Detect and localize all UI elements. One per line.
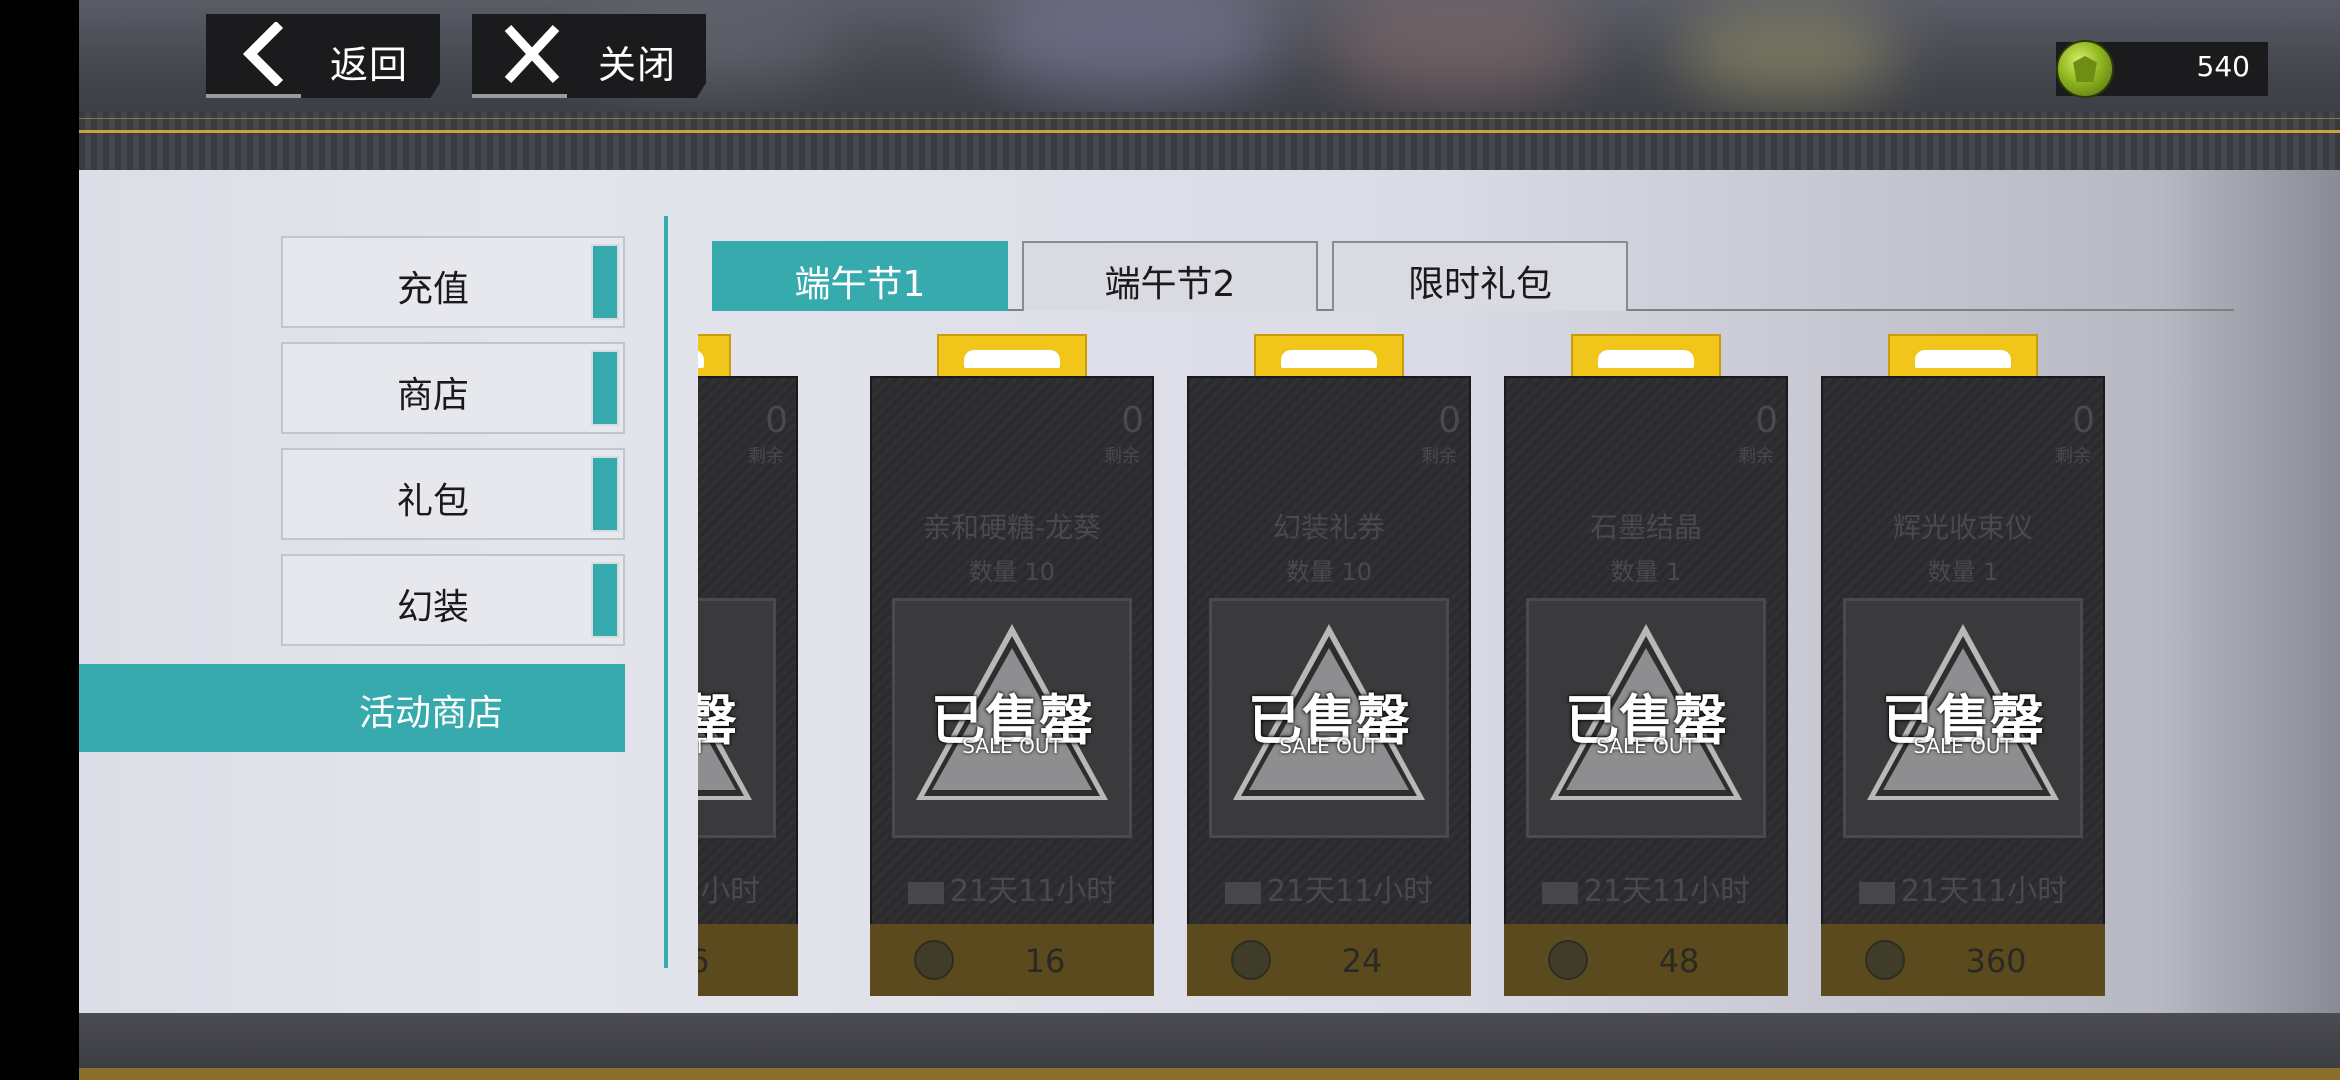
timer-icon bbox=[1858, 881, 1895, 904]
timer-text: 21天11小时 bbox=[698, 874, 761, 909]
card-hanger bbox=[1571, 334, 1721, 380]
product-card[interactable]: 0 剩余 石墨结晶 数量 1 已售罄 SALE OUT 21天11小时 48 bbox=[1504, 328, 1788, 998]
back-label: 返回 bbox=[330, 43, 409, 87]
timer-icon bbox=[1541, 881, 1578, 904]
product-name: 模组 bbox=[698, 506, 798, 546]
product-price: 16 bbox=[1024, 942, 1066, 980]
tab-label: 端午节2 bbox=[1104, 264, 1236, 305]
sidebar-item-label: 礼包 bbox=[396, 481, 469, 522]
sidebar-item-marker bbox=[591, 350, 619, 426]
product-name: 幻装礼券 bbox=[1272, 511, 1385, 544]
close-button[interactable]: 关闭 bbox=[472, 14, 706, 98]
product-quantity: 10 bbox=[698, 552, 798, 580]
sidebar-item-label: 商店 bbox=[396, 375, 469, 416]
stock-count: 0 bbox=[765, 400, 788, 441]
product-price: 48 bbox=[1658, 942, 1700, 980]
sidebar-item-label: 幻装 bbox=[396, 587, 469, 628]
card-hanger bbox=[1254, 334, 1404, 380]
stock-label: 剩余 bbox=[748, 446, 784, 467]
product-name: 亲和硬糖-龙葵 bbox=[922, 511, 1102, 544]
sidebar-item-label: 充值 bbox=[396, 269, 469, 310]
tab-dragon-boat-1[interactable]: 端午节1 bbox=[712, 241, 1008, 311]
bottom-gold-strip bbox=[79, 1068, 2340, 1080]
product-name: 辉光收束仪 bbox=[1892, 511, 2033, 544]
sidebar-item-label: 活动商店 bbox=[358, 693, 503, 734]
time-remaining: 21天11小时 bbox=[1821, 866, 2105, 910]
time-remaining: 21天11小时 bbox=[698, 866, 798, 910]
sale-out-label: SALE OUT bbox=[962, 734, 1062, 758]
chevron-left-icon bbox=[242, 22, 284, 86]
sidebar-item-gift-pack[interactable]: 礼包 bbox=[281, 448, 625, 540]
product-card[interactable]: 0 剩余 模组 10 已售罄 SALE OUT 21天11小时 16 bbox=[698, 328, 798, 998]
tab-limited-gift[interactable]: 限时礼包 bbox=[1332, 241, 1628, 311]
tab-label: 限时礼包 bbox=[1407, 264, 1552, 305]
tab-label: 端午节1 bbox=[794, 264, 926, 305]
timer-text: 21天11小时 bbox=[949, 874, 1117, 909]
card-hanger bbox=[937, 334, 1087, 380]
product-quantity: 数量 10 bbox=[968, 558, 1056, 586]
product-card[interactable]: 0 剩余 亲和硬糖-龙葵 数量 10 已售罄 SALE OUT 21天11小时 … bbox=[870, 328, 1154, 998]
sidebar-item-recharge[interactable]: 充值 bbox=[281, 236, 625, 328]
top-stripe-decoration bbox=[79, 112, 2340, 170]
product-price: 16 bbox=[698, 942, 710, 980]
sidebar-item-skins[interactable]: 幻装 bbox=[281, 554, 625, 646]
timer-text: 21天11小时 bbox=[1900, 874, 2068, 909]
product-quantity: 数量 10 bbox=[1285, 558, 1373, 586]
product-name: 石墨结晶 bbox=[1589, 511, 1702, 544]
back-underline bbox=[206, 94, 301, 98]
stock-label: 剩余 bbox=[1421, 446, 1457, 467]
sale-out-label: SALE OUT bbox=[1913, 734, 2013, 758]
stock-label: 剩余 bbox=[1738, 446, 1774, 467]
sidebar-item-event-shop[interactable]: 活动商店 bbox=[79, 664, 625, 752]
stock-count: 0 bbox=[2072, 400, 2095, 441]
card-hanger bbox=[1888, 334, 2038, 380]
sidebar-item-marker bbox=[591, 562, 619, 638]
sidebar-item-shop[interactable]: 商店 bbox=[281, 342, 625, 434]
coin-icon bbox=[1231, 940, 1271, 980]
sale-out-label: SALE OUT bbox=[1596, 734, 1696, 758]
currency-value: 540 bbox=[2196, 50, 2250, 83]
header-thin-line bbox=[79, 118, 2340, 119]
stock-count: 0 bbox=[1121, 400, 1144, 441]
timer-text: 21天11小时 bbox=[1583, 874, 1751, 909]
product-card[interactable]: 0 剩余 幻装礼券 数量 10 已售罄 SALE OUT 21天11小时 24 bbox=[1187, 328, 1471, 998]
close-label: 关闭 bbox=[598, 43, 677, 87]
vertical-divider bbox=[664, 216, 668, 968]
sidebar-item-marker bbox=[591, 244, 619, 320]
stock-count: 0 bbox=[1755, 400, 1778, 441]
tab-dragon-boat-2[interactable]: 端午节2 bbox=[1022, 241, 1318, 311]
time-remaining: 21天11小时 bbox=[870, 866, 1154, 910]
timer-text: 21天11小时 bbox=[1266, 874, 1434, 909]
sale-out-label: SALE OUT bbox=[1279, 734, 1379, 758]
close-underline bbox=[472, 94, 567, 98]
product-quantity: 数量 1 bbox=[1927, 558, 1999, 586]
timer-icon bbox=[1224, 881, 1261, 904]
time-remaining: 21天11小时 bbox=[1187, 866, 1471, 910]
stock-label: 剩余 bbox=[2055, 446, 2091, 467]
left-black-bar bbox=[0, 0, 79, 1080]
coin-icon bbox=[914, 940, 954, 980]
product-price: 24 bbox=[1341, 942, 1383, 980]
coin-icon bbox=[1865, 940, 1905, 980]
back-button[interactable]: 返回 bbox=[206, 14, 440, 98]
sale-out-label: SALE OUT bbox=[698, 734, 706, 758]
header-gold-line bbox=[79, 130, 2340, 133]
coin-icon bbox=[2056, 40, 2114, 98]
close-icon bbox=[504, 24, 560, 84]
stock-count: 0 bbox=[1438, 400, 1461, 441]
coin-icon bbox=[1548, 940, 1588, 980]
stock-label: 剩余 bbox=[1104, 446, 1140, 467]
timer-icon bbox=[907, 881, 944, 904]
card-hanger bbox=[698, 334, 731, 380]
sidebar-item-marker bbox=[591, 456, 619, 532]
time-remaining: 21天11小时 bbox=[1504, 866, 1788, 910]
product-price: 360 bbox=[1965, 942, 2027, 980]
product-card[interactable]: 0 剩余 辉光收束仪 数量 1 已售罄 SALE OUT 21天11小时 360 bbox=[1821, 328, 2105, 998]
product-quantity: 数量 1 bbox=[1610, 558, 1682, 586]
product-list: 0 剩余 模组 10 已售罄 SALE OUT 21天11小时 16 0 剩余 … bbox=[698, 328, 2278, 1004]
